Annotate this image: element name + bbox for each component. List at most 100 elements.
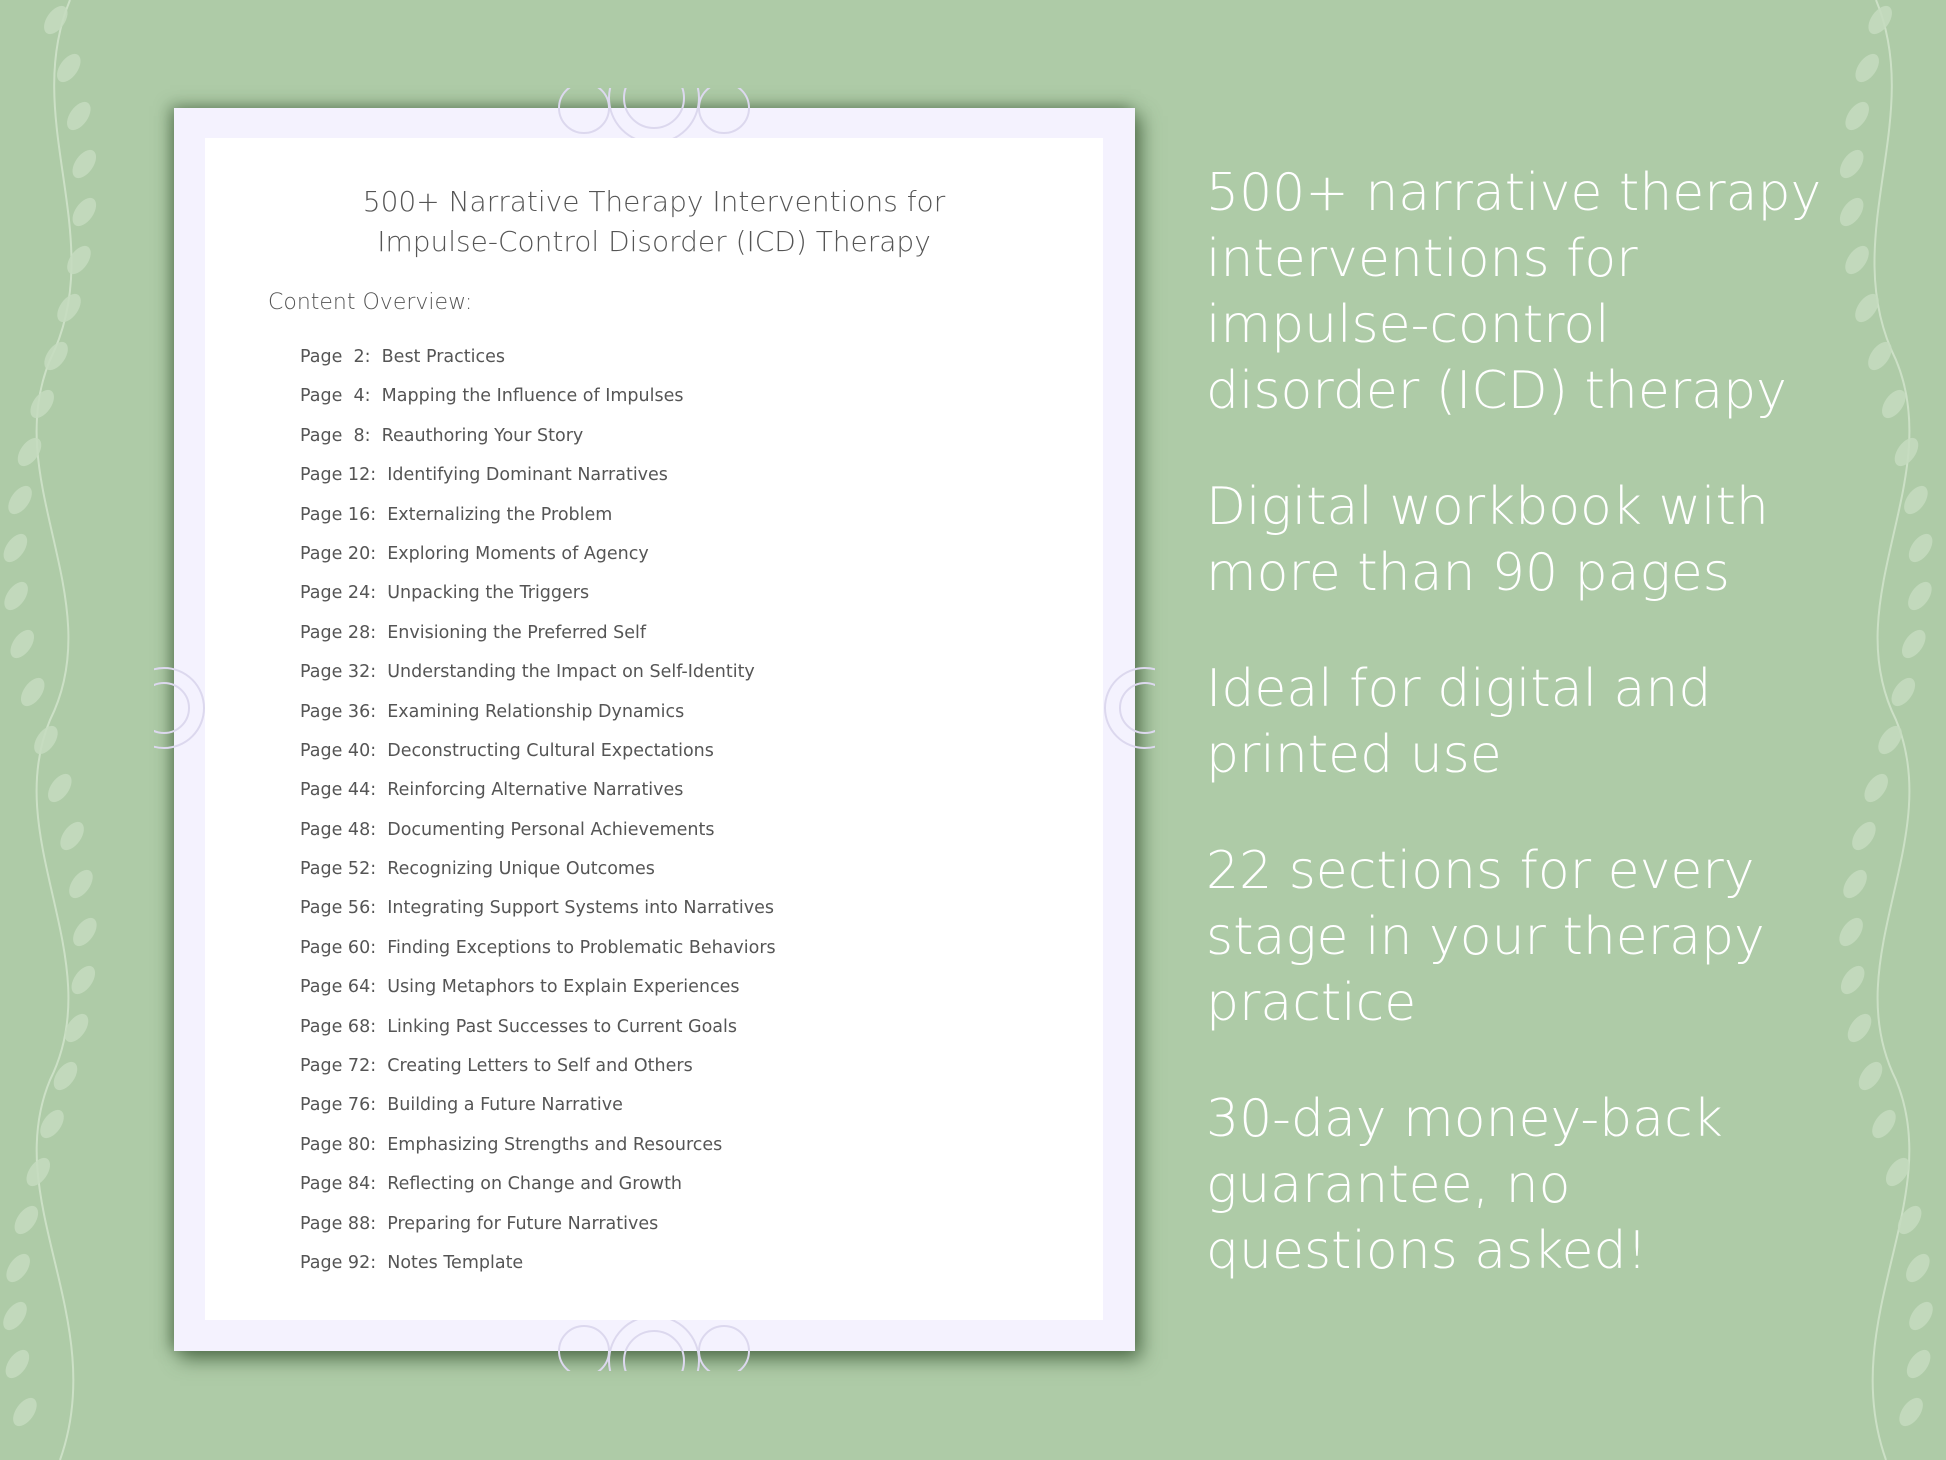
toc-item: Page 68: Linking Past Successes to Curre… <box>300 1012 776 1051</box>
toc-section-title: Deconstructing Cultural Expectations <box>387 740 714 761</box>
toc-section-title: Using Metaphors to Explain Experiences <box>387 977 740 998</box>
toc-section-title: Best Practices <box>381 347 506 367</box>
leaf-icon <box>60 821 84 851</box>
document-title: 500+ Narrative Therapy Interventions for… <box>205 182 1103 262</box>
feature-item: 500+ narrative therapy interventions for i… <box>1206 160 1906 424</box>
toc-item: Page 48: Documenting Personal Achievemen… <box>300 815 776 854</box>
content-overview-heading: Content Overview: <box>268 290 473 315</box>
toc-page-number: Page 8: <box>300 425 371 446</box>
toc-page-number: Page 48: <box>300 819 377 840</box>
toc-page-number: Page 4: <box>300 386 371 407</box>
toc-item: Page 84: Reflecting on Change and Growth <box>300 1169 776 1208</box>
toc-page-number: Page 28: <box>300 622 377 643</box>
leaf-icon <box>69 869 93 899</box>
toc-item: Page 16: Externalizing the Problem <box>300 500 776 539</box>
leaf-icon <box>34 725 58 755</box>
feature-text-line: practice <box>1206 973 1417 1033</box>
toc-section-title: Reflecting on Change and Growth <box>387 1174 683 1195</box>
feature-item: Ideal for digital and printed use <box>1206 656 1906 788</box>
toc-section-title: Documenting Personal Achievements <box>387 819 715 840</box>
toc-item: Page 80: Emphasizing Strengths and Resou… <box>300 1130 776 1169</box>
leaf-icon <box>5 1349 30 1379</box>
feature-text-line: more than 90 pages <box>1206 543 1730 603</box>
feature-list: 500+ narrative therapy interventions for i… <box>1206 160 1906 1334</box>
toc-page-number: Page 2: <box>300 347 371 367</box>
toc-item: Page 24: Unpacking the Triggers <box>300 578 776 617</box>
toc-page-number: Page 24: <box>300 583 377 604</box>
leaf-icon <box>30 389 54 419</box>
toc-page-number: Page 36: <box>300 701 377 722</box>
leaf-icon <box>71 965 96 995</box>
feature-text-line: Digital workbook with <box>1206 477 1769 537</box>
toc-item: Page 72: Creating Letters to Self and Ot… <box>300 1051 776 1090</box>
toc-section-title: Emphasizing Strengths and Resources <box>387 1134 723 1155</box>
leaf-icon <box>17 437 42 467</box>
toc-page-number: Page 60: <box>300 937 377 958</box>
toc-page-number: Page 84: <box>300 1174 377 1195</box>
toc-section-title: Integrating Support Systems into Narrati… <box>387 898 774 919</box>
toc-section-title: Finding Exceptions to Problematic Behavi… <box>387 937 776 958</box>
toc-page-number: Page 68: <box>300 1016 377 1037</box>
leaf-icon <box>1908 581 1932 611</box>
toc-section-title: Identifying Dominant Narratives <box>387 465 668 486</box>
leaf-icon <box>3 1301 27 1331</box>
leaf-icon <box>73 917 97 947</box>
feature-text-line: Ideal for digital and <box>1206 659 1712 719</box>
leaf-icon <box>1899 1397 1923 1427</box>
toc-item: Page 64: Using Metaphors to Explain Expe… <box>300 972 776 1011</box>
toc-item: Page 92: Notes Template <box>300 1248 776 1287</box>
toc-section-title: Preparing for Future Narratives <box>387 1213 659 1234</box>
toc-item: Page 28: Envisioning the Preferred Self <box>300 618 776 657</box>
leaf-icon <box>44 341 68 371</box>
leaf-icon <box>8 485 32 515</box>
feature-text-line: printed use <box>1206 725 1502 785</box>
page-content: 500+ Narrative Therapy Interventions for… <box>205 138 1103 1320</box>
toc-section-title: Unpacking the Triggers <box>387 583 590 604</box>
toc-item: Page 40: Deconstructing Cultural Expecta… <box>300 736 776 775</box>
leaf-icon <box>48 773 72 803</box>
toc-page-number: Page 64: <box>300 977 377 998</box>
toc-item: Page 56: Integrating Support Systems int… <box>300 893 776 932</box>
toc-section-title: Understanding the Impact on Self-Identit… <box>387 662 755 683</box>
toc-item: Page 76: Building a Future Narrative <box>300 1090 776 1129</box>
toc-item: Page 8: Reauthoring Your Story <box>300 421 776 460</box>
toc-item: Page 60: Finding Exceptions to Problemat… <box>300 933 776 972</box>
feature-text-line: 22 sections for every <box>1206 841 1755 901</box>
toc-page-number: Page 44: <box>300 780 377 801</box>
toc-section-title: Notes Template <box>387 1252 524 1273</box>
leaf-icon <box>1909 1301 1933 1331</box>
toc-item: Page 88: Preparing for Future Narratives <box>300 1209 776 1248</box>
toc-item: Page 20: Exploring Moments of Agency <box>300 539 776 578</box>
feature-item: 22 sections for every stage in your thera… <box>1206 838 1906 1036</box>
feature-text-line: questions asked! <box>1206 1221 1648 1281</box>
toc-section-title: Recognizing Unique Outcomes <box>387 859 655 880</box>
leaf-icon <box>67 245 91 275</box>
toc-section-title: Exploring Moments of Agency <box>387 543 649 564</box>
mandala-right-decoration <box>1104 667 1155 749</box>
toc-section-title: Linking Past Successes to Current Goals <box>387 1016 738 1037</box>
toc-item: Page 52: Recognizing Unique Outcomes <box>300 854 776 893</box>
toc-item: Page 4: Mapping the Influence of Impulse… <box>300 381 776 420</box>
feature-text-line: guarantee, no <box>1206 1155 1571 1215</box>
leaf-icon <box>1906 1253 1930 1283</box>
leaf-icon <box>1855 53 1879 83</box>
toc-section-title: Mapping the Influence of Impulses <box>381 386 684 407</box>
floral-vine-left-decoration <box>3 0 97 1460</box>
toc-page-number: Page 72: <box>300 1056 377 1077</box>
toc-page-number: Page 32: <box>300 662 377 683</box>
toc-item: Page 2: Best Practices <box>300 342 776 381</box>
leaf-icon <box>67 101 91 131</box>
toc-page-number: Page 92: <box>300 1252 377 1273</box>
leaf-icon <box>3 533 28 563</box>
toc-section-title: Examining Relationship Dynamics <box>387 701 685 722</box>
toc-item: Page 32: Understanding the Impact on Sel… <box>300 657 776 696</box>
toc-section-title: Reauthoring Your Story <box>381 425 584 446</box>
toc-page-number: Page 88: <box>300 1213 377 1234</box>
leaf-icon <box>72 149 97 179</box>
toc-page-number: Page 20: <box>300 543 377 564</box>
toc-page-number: Page 56: <box>300 898 377 919</box>
toc-page-number: Page 12: <box>300 465 377 486</box>
toc-section-title: Externalizing the Problem <box>387 504 613 525</box>
leaf-icon <box>4 581 28 611</box>
leaf-icon <box>20 677 45 707</box>
